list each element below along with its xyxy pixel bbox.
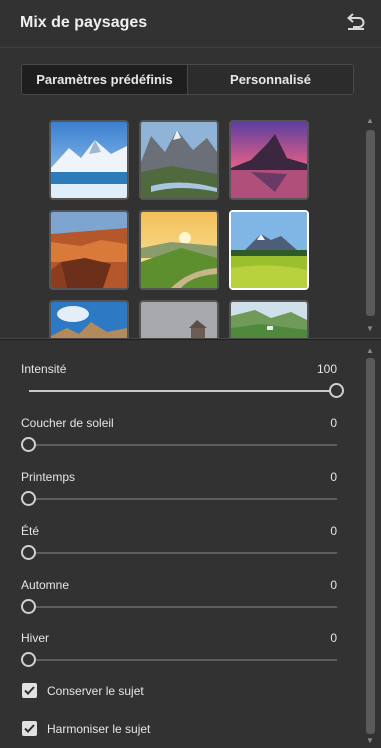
- slider-track[interactable]: [29, 552, 337, 554]
- slider-handle[interactable]: [21, 652, 36, 667]
- preset-thumbnail-winter-lake[interactable]: [49, 120, 129, 200]
- checkbox-label: Conserver le sujet: [47, 683, 144, 698]
- slider-handle[interactable]: [21, 491, 36, 506]
- preset-thumbnail-spring-meadow[interactable]: [229, 210, 309, 290]
- slider-label: Printemps: [21, 470, 76, 484]
- slider-label: Été: [21, 524, 40, 538]
- preset-thumbnail-sunset-peak[interactable]: [229, 120, 309, 200]
- panel-title: Mix de paysages: [20, 14, 148, 31]
- preset-image: [51, 212, 127, 288]
- slider-handle[interactable]: [21, 545, 36, 560]
- slider-track[interactable]: [29, 659, 337, 661]
- slider-value[interactable]: 0: [330, 578, 337, 592]
- preset-thumbnail-canyon[interactable]: [49, 210, 129, 290]
- slider-winter: Hiver 0: [21, 631, 337, 675]
- panel-header: Mix de paysages: [0, 0, 381, 48]
- preset-image: [231, 122, 307, 198]
- preset-thumbnail-misty-house[interactable]: [139, 300, 219, 338]
- undo-icon[interactable]: [345, 12, 367, 32]
- tab-presets[interactable]: Paramètres prédéfinis: [22, 65, 187, 94]
- slider-autumn: Automne 0: [21, 578, 337, 622]
- preset-tabs: Paramètres prédéfinis Personnalisé: [21, 64, 354, 95]
- preset-image: [51, 302, 127, 338]
- slider-track[interactable]: [29, 444, 337, 446]
- checkbox-preserve-subject[interactable]: Conserver le sujet: [22, 683, 144, 698]
- slider-handle[interactable]: [21, 599, 36, 614]
- preset-image: [231, 302, 307, 338]
- slider-sunset: Coucher de soleil 0: [21, 416, 337, 460]
- slider-summer: Été 0: [21, 524, 337, 568]
- slider-track[interactable]: [29, 498, 337, 500]
- preset-image: [51, 122, 127, 198]
- slider-value[interactable]: 0: [330, 524, 337, 538]
- preset-thumbnail-green-valley[interactable]: [229, 300, 309, 338]
- slider-value[interactable]: 0: [330, 470, 337, 484]
- slider-label: Intensité: [21, 362, 67, 376]
- slider-fill: [29, 390, 337, 392]
- checkbox-checked-icon[interactable]: [22, 721, 37, 736]
- preset-image: [141, 302, 217, 338]
- sliders-section: Intensité 100 Coucher de soleil 0 Printe…: [0, 340, 381, 748]
- preset-image: [141, 122, 217, 198]
- slider-track[interactable]: [29, 390, 337, 392]
- scroll-up-icon[interactable]: ▲: [366, 116, 374, 125]
- preset-thumbnail-mountain-valley[interactable]: [139, 120, 219, 200]
- slider-label: Coucher de soleil: [21, 416, 114, 430]
- slider-label: Automne: [21, 578, 70, 592]
- slider-label: Hiver: [21, 631, 50, 645]
- preset-thumbnail-rock-sky[interactable]: [49, 300, 129, 338]
- scroll-down-icon[interactable]: ▼: [366, 324, 374, 333]
- scroll-up-icon[interactable]: ▲: [366, 346, 374, 355]
- slider-value[interactable]: 0: [330, 416, 337, 430]
- slider-value[interactable]: 100: [317, 362, 337, 376]
- preset-image: [141, 212, 217, 288]
- checkbox-harmonize-subject[interactable]: Harmoniser le sujet: [22, 721, 150, 736]
- checkbox-checked-icon[interactable]: [22, 683, 37, 698]
- slider-spring: Printemps 0: [21, 470, 337, 514]
- scrollbar-thumb[interactable]: [366, 358, 375, 734]
- preset-image: [231, 212, 307, 288]
- scrollbar-thumb[interactable]: [366, 130, 375, 316]
- preset-thumbnail-sunrise-hills[interactable]: [139, 210, 219, 290]
- slider-value[interactable]: 0: [330, 631, 337, 645]
- slider-handle[interactable]: [21, 437, 36, 452]
- slider-track[interactable]: [29, 606, 337, 608]
- tab-custom[interactable]: Personnalisé: [187, 65, 353, 94]
- slider-intensity: Intensité 100: [21, 362, 344, 406]
- scroll-down-icon[interactable]: ▼: [366, 736, 374, 745]
- slider-handle[interactable]: [329, 383, 344, 398]
- checkbox-label: Harmoniser le sujet: [47, 721, 151, 736]
- preset-grid: [0, 110, 381, 338]
